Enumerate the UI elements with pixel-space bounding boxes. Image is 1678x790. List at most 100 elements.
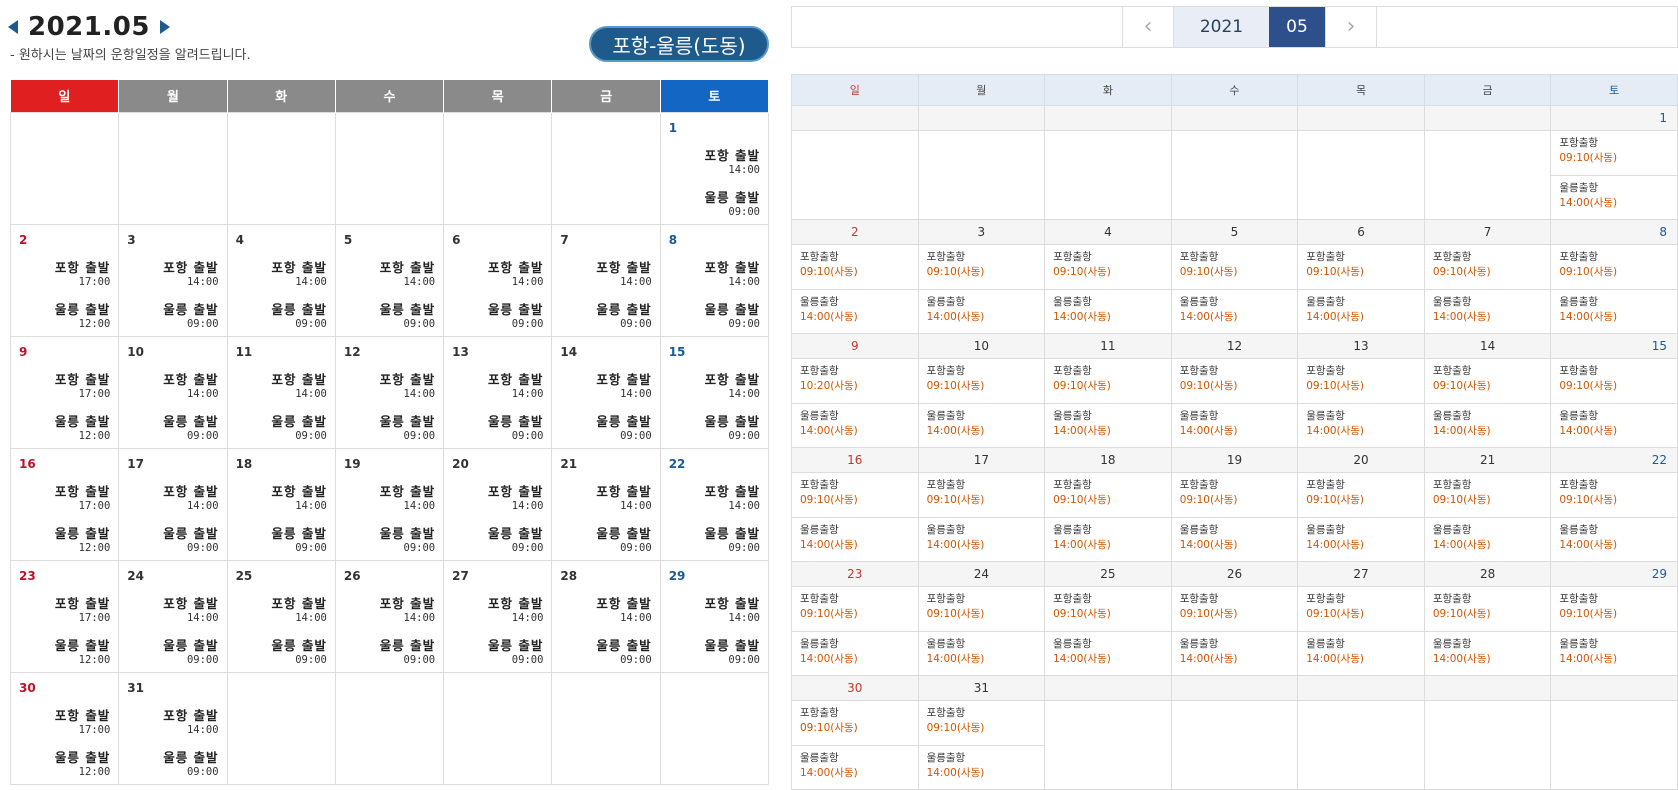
calendar-day-cell[interactable]: 20 포항 출발 14:00 울릉 출발 09:00 [443, 447, 553, 561]
next-month-button[interactable]: › [1325, 7, 1377, 47]
departure-label: 포항 출발 [163, 371, 219, 387]
calendar-day-cell[interactable]: 17 포항 출발 14:00 울릉 출발 09:00 [118, 447, 228, 561]
calendar-day-cell[interactable]: 포항출항 09:10(사동) 울릉출항 14:00(사동) [1550, 130, 1678, 220]
departure-time: 14:00 [511, 275, 544, 288]
sailing-entry: 울릉출항 14:00(사동) [1298, 403, 1424, 447]
calendar-day-cell[interactable]: 포항출항 09:10(사동) 울릉출항 14:00(사동) [917, 244, 1046, 334]
calendar-day-cell[interactable]: 28 포항 출발 14:00 울릉 출발 09:00 [551, 559, 661, 673]
calendar-day-cell[interactable]: 29 포항 출발 14:00 울릉 출발 09:00 [659, 559, 770, 673]
calendar-day-cell[interactable]: 포항출항 09:10(사동) 울릉출항 14:00(사동) [1170, 586, 1299, 676]
sailing-time: 14:00(사동) [1053, 311, 1111, 323]
calendar-day-cell[interactable]: 포항출항 09:10(사동) 울릉출항 14:00(사동) [1297, 358, 1425, 448]
departure-entry: 울릉 출발 12:00 [55, 747, 110, 778]
calendar-day-cell[interactable]: 7 포항 출발 14:00 울릉 출발 09:00 [551, 223, 661, 337]
sailing-entry: 울릉출항 14:00(사동) [1551, 289, 1677, 333]
calendar-day-cell[interactable]: 6 포항 출발 14:00 울릉 출발 09:00 [443, 223, 553, 337]
calendar-day-cell[interactable]: 4 포항 출발 14:00 울릉 출발 09:00 [226, 223, 336, 337]
calendar-day-cell[interactable]: 10 포항 출발 14:00 울릉 출발 09:00 [118, 335, 228, 449]
departure-entry: 포항 출발 14:00 [271, 257, 326, 288]
calendar-day-cell[interactable]: 26 포항 출발 14:00 울릉 출발 09:00 [334, 559, 445, 673]
calendar-day-cell[interactable]: 19 포항 출발 14:00 울릉 출발 09:00 [334, 447, 445, 561]
month-label[interactable]: 05 [1269, 7, 1325, 47]
prev-month-button[interactable]: ‹ [1122, 7, 1174, 47]
calendar-day-cell[interactable]: 포항출항 09:10(사동) 울릉출항 14:00(사동) [791, 472, 919, 562]
calendar-day-cell [1550, 700, 1678, 790]
calendar-day-cell[interactable]: 5 포항 출발 14:00 울릉 출발 09:00 [334, 223, 445, 337]
calendar-day-cell[interactable]: 포항출항 09:10(사동) 울릉출항 14:00(사동) [917, 472, 1046, 562]
calendar-day-cell[interactable]: 포항출항 09:10(사동) 울릉출항 14:00(사동) [1297, 472, 1425, 562]
sailing-time: 14:00(사동) [1559, 197, 1618, 209]
sailing-time: 14:00(사동) [1053, 653, 1111, 665]
calendar-day-cell[interactable]: 포항출항 09:10(사동) 울릉출항 14:00(사동) [917, 358, 1046, 448]
sailing-entry: 울릉출항 14:00(사동) [1551, 175, 1677, 219]
calendar-day-cell[interactable]: 포항출항 09:10(사동) 울릉출항 14:00(사동) [1297, 244, 1425, 334]
calendar-week-row: 23 포항 출발 17:00 울릉 출발 12:00 24 포항 출발 14:00 울릉 출발 0… [9, 559, 770, 673]
calendar-day-cell[interactable]: 2 포항 출발 17:00 울릉 출발 12:00 [9, 223, 120, 337]
calendar-day-cell[interactable]: 24 포항 출발 14:00 울릉 출발 09:00 [118, 559, 228, 673]
calendar-day-cell[interactable]: 포항출항 09:10(사동) 울릉출항 14:00(사동) [1550, 244, 1678, 334]
calendar-day-cell[interactable]: 27 포항 출발 14:00 울릉 출발 09:00 [443, 559, 553, 673]
sailing-label: 포항출항 [1559, 593, 1599, 605]
departure-label: 포항 출발 [163, 595, 219, 611]
year-label[interactable]: 2021 [1174, 7, 1269, 47]
calendar-day-cell[interactable]: 포항출항 09:10(사동) 울릉출항 14:00(사동) [1423, 358, 1552, 448]
calendar-day-cell[interactable]: 포항출항 09:10(사동) 울릉출항 14:00(사동) [1423, 586, 1552, 676]
departure-entry: 울릉 출발 09:00 [488, 299, 543, 330]
weekday-header: 화 [1044, 74, 1172, 106]
calendar-day-cell[interactable]: 포항출항 09:10(사동) 울릉출항 14:00(사동) [1550, 586, 1678, 676]
departure-entry: 포항 출발 14:00 [488, 257, 543, 288]
calendar-day-cell[interactable]: 포항출항 09:10(사동) 울릉출항 14:00(사동) [1044, 472, 1172, 562]
departure-time: 09:00 [728, 541, 760, 554]
sailing-entry: 포항출항 09:10(사동) [1425, 245, 1551, 289]
calendar-day-cell[interactable]: 포항출항 09:10(사동) 울릉출항 14:00(사동) [1044, 358, 1172, 448]
day-number: 28 [560, 568, 578, 583]
route-button[interactable]: 포항-울릉(도동) [589, 26, 769, 62]
calendar-day-cell[interactable]: 포항출항 09:10(사동) 울릉출항 14:00(사동) [917, 700, 1046, 790]
calendar-week-row: 9 포항 출발 17:00 울릉 출발 12:00 10 포항 출발 14:00 울릉 출발 09… [9, 335, 770, 449]
sailing-time: 14:00(사동) [1053, 539, 1111, 551]
sailing-label: 울릉출항 [1179, 638, 1219, 650]
calendar-day-cell[interactable]: 22 포항 출발 14:00 울릉 출발 09:00 [659, 447, 770, 561]
next-month-icon[interactable] [159, 20, 170, 34]
calendar-day-cell[interactable]: 포항출항 09:10(사동) 울릉출항 14:00(사동) [1170, 244, 1299, 334]
calendar-day-cell[interactable]: 포항출항 09:10(사동) 울릉출항 14:00(사동) [1044, 586, 1172, 676]
sailing-entry: 울릉출항 14:00(사동) [918, 403, 1045, 447]
calendar-day-cell[interactable]: 포항출항 09:10(사동) 울릉출항 14:00(사동) [791, 586, 919, 676]
calendar-day-cell[interactable]: 포항출항 09:10(사동) 울릉출항 14:00(사동) [1044, 244, 1172, 334]
calendar-day-cell[interactable]: 16 포항 출발 17:00 울릉 출발 12:00 [9, 447, 120, 561]
calendar-day-cell[interactable]: 15 포항 출발 14:00 울릉 출발 09:00 [659, 335, 770, 449]
calendar-day-cell[interactable]: 18 포항 출발 14:00 울릉 출발 09:00 [226, 447, 336, 561]
calendar-day-cell[interactable]: 1 포항 출발 14:00 울릉 출발 09:00 [659, 111, 770, 225]
right-calendar: 일월화수목금토 1 포항출항 09:10(사동) 울릉출항 14:00(사동) 2 3 4 5 6… [791, 74, 1678, 790]
calendar-day-cell[interactable]: 포항출항 09:10(사동) 울릉출항 14:00(사동) [1297, 586, 1425, 676]
day-number: 15 [668, 344, 686, 359]
departure-label: 포항 출발 [488, 483, 544, 499]
calendar-day-cell[interactable]: 30 포항 출발 17:00 울릉 출발 12:00 [9, 671, 120, 785]
calendar-day-cell[interactable]: 13 포항 출발 14:00 울릉 출발 09:00 [443, 335, 553, 449]
calendar-day-cell[interactable]: 포항출항 09:10(사동) 울릉출항 14:00(사동) [917, 586, 1046, 676]
calendar-day-cell[interactable]: 9 포항 출발 17:00 울릉 출발 12:00 [9, 335, 120, 449]
calendar-day-cell[interactable]: 포항출항 09:10(사동) 울릉출항 14:00(사동) [1550, 358, 1678, 448]
calendar-day-cell[interactable]: 포항출항 09:10(사동) 울릉출항 14:00(사동) [1423, 472, 1552, 562]
calendar-day-cell[interactable]: 포항출항 09:10(사동) 울릉출항 14:00(사동) [791, 700, 919, 790]
calendar-day-cell[interactable]: 포항출항 10:20(사동) 울릉출항 14:00(사동) [791, 358, 919, 448]
calendar-day-cell[interactable]: 8 포항 출발 14:00 울릉 출발 09:00 [659, 223, 770, 337]
calendar-day-cell[interactable]: 포항출항 09:10(사동) 울릉출항 14:00(사동) [1170, 472, 1299, 562]
calendar-day-cell[interactable]: 23 포항 출발 17:00 울릉 출발 12:00 [9, 559, 120, 673]
calendar-day-cell[interactable]: 11 포항 출발 14:00 울릉 출발 09:00 [226, 335, 336, 449]
departure-entry: 포항 출발 14:00 [705, 481, 760, 512]
calendar-day-cell[interactable]: 포항출항 09:10(사동) 울릉출항 14:00(사동) [791, 244, 919, 334]
calendar-day-cell[interactable]: 14 포항 출발 14:00 울릉 출발 09:00 [551, 335, 661, 449]
prev-month-icon[interactable] [8, 20, 18, 34]
calendar-day-cell[interactable]: 포항출항 09:10(사동) 울릉출항 14:00(사동) [1423, 244, 1552, 334]
day-number: 22 [668, 456, 686, 471]
calendar-day-cell[interactable]: 3 포항 출발 14:00 울릉 출발 09:00 [118, 223, 228, 337]
calendar-day-cell[interactable]: 포항출항 09:10(사동) 울릉출항 14:00(사동) [1550, 472, 1678, 562]
calendar-day-cell[interactable]: 포항출항 09:10(사동) 울릉출항 14:00(사동) [1170, 358, 1299, 448]
calendar-day-cell[interactable]: 25 포항 출발 14:00 울릉 출발 09:00 [226, 559, 336, 673]
calendar-day-cell[interactable]: 21 포항 출발 14:00 울릉 출발 09:00 [551, 447, 661, 561]
calendar-day-cell[interactable]: 31 포항 출발 14:00 울릉 출발 09:00 [118, 671, 228, 785]
sailing-time: 14:00(사동) [926, 539, 985, 551]
sailing-time: 14:00(사동) [800, 311, 858, 323]
calendar-day-cell[interactable]: 12 포항 출발 14:00 울릉 출발 09:00 [334, 335, 445, 449]
